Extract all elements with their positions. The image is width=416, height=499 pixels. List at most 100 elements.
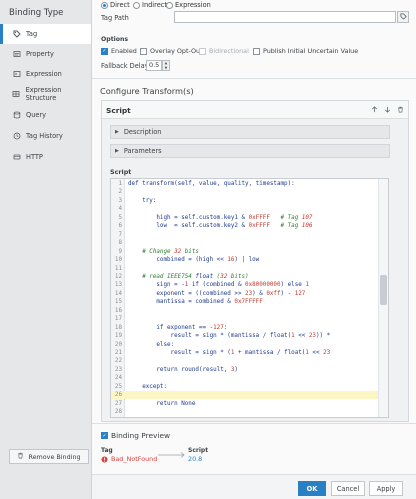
code-line[interactable]: 19 result = sign * (mantissa / float(1 <… (111, 332, 379, 340)
code-text: low = self.custom.key2 & 0xFFFF # Tag 10… (128, 223, 313, 230)
code-line[interactable]: 23 return round(result, 3) (111, 366, 379, 374)
script-panel-title: Script (106, 106, 131, 115)
publish-initial-uncertain-checkbox[interactable]: Publish Initial Uncertain Value (253, 47, 358, 55)
sidebar-item-label: Expression (26, 70, 62, 78)
code-line[interactable]: 18 if exponent == -127: (111, 324, 379, 332)
code-line[interactable]: 11 (111, 265, 379, 273)
code-line[interactable]: 27 return None (111, 400, 379, 408)
sidebar-item-tag[interactable]: Tag (0, 24, 91, 44)
move-down-icon[interactable] (384, 106, 391, 115)
line-number: 10 (114, 257, 122, 264)
enabled-checkbox[interactable]: ✓ Enabled (101, 47, 137, 55)
binding-preview-area (92, 422, 416, 474)
preview-arrow-icon (158, 451, 186, 461)
radio-label: Expression (175, 1, 211, 9)
delete-transform-icon[interactable] (397, 106, 404, 115)
fallback-delay-label: Fallback Delay (101, 62, 149, 70)
script-editor-label: Script (110, 168, 132, 176)
checkbox-label: Overlay Opt-Out (150, 47, 203, 55)
apply-button[interactable]: Apply (369, 481, 403, 496)
sidebar-item-http[interactable]: HTTP (0, 147, 91, 167)
checkbox-label: Bidirectional (209, 47, 249, 55)
mode-expression-radio[interactable]: Expression (166, 1, 211, 9)
ok-button[interactable]: OK (298, 481, 326, 496)
tag-value-text: Bad_NotFound (111, 455, 158, 463)
line-number: 17 (114, 316, 122, 323)
cancel-button[interactable]: Cancel (331, 481, 365, 496)
radio-label: Direct (110, 1, 130, 9)
radio-label: Indirect (142, 1, 167, 9)
editor-scrollbar[interactable] (378, 179, 388, 417)
code-line[interactable]: 21 result = sign * (1 + mantissa / float… (111, 349, 379, 357)
line-number: 9 (118, 248, 122, 255)
code-line[interactable]: 24 (111, 374, 379, 382)
code-line[interactable]: 13 sign = -1 if (combined & 0x80000000) … (111, 281, 379, 289)
description-section[interactable]: ▶ Description (110, 125, 390, 139)
code-text: result = sign * (1 + mantissa / float(1 … (128, 350, 331, 356)
preview-script-value: 20.8 (188, 455, 203, 463)
code-text: sign = -1 if (combined & 0x80000000) els… (128, 282, 309, 289)
preview-tag-header: Tag (101, 447, 113, 454)
tag-path-input[interactable] (174, 11, 396, 23)
check-icon: ✓ (101, 47, 108, 55)
tag-path-label: Tag Path (101, 14, 129, 22)
parameters-section[interactable]: ▶ Parameters (110, 144, 390, 158)
mode-direct-radio[interactable]: Direct (101, 1, 130, 9)
move-up-icon[interactable] (371, 106, 378, 115)
code-line[interactable]: 1 def transform(self, value, quality, tim… (111, 180, 379, 188)
sidebar-item-label: Tag History (26, 132, 63, 140)
checkbox-label: Enabled (111, 47, 137, 55)
code-text: return None (156, 400, 196, 407)
tag-icon (12, 30, 21, 39)
line-number: 14 (114, 290, 122, 297)
code-line[interactable]: 14 exponent = ((combined >> 23) & 0xff) … (111, 290, 379, 298)
code-line[interactable]: 22 (111, 357, 379, 365)
code-text: # Change 32 bits (142, 248, 199, 255)
stepper-down-icon[interactable]: ▼ (163, 66, 169, 71)
line-number: 6 (118, 223, 122, 230)
code-line[interactable]: 26 (111, 391, 379, 400)
binding-type-sidebar: Binding Type Tag Property Expression Exp… (0, 0, 92, 499)
sidebar-item-expression[interactable]: Expression (0, 64, 91, 84)
expression-icon (12, 70, 21, 79)
code-line[interactable]: 5 high = self.custom.key1 & 0xFFFF # Tag… (111, 214, 379, 222)
sidebar-item-tag-history[interactable]: Tag History (0, 126, 91, 146)
code-line[interactable]: 4 (111, 205, 379, 213)
remove-binding-button[interactable]: Remove Binding (9, 449, 89, 464)
scrollbar-thumb[interactable] (380, 275, 387, 305)
sidebar-item-property[interactable]: Property (0, 44, 91, 64)
checkbox-label: Publish Initial Uncertain Value (263, 47, 359, 55)
code-line[interactable]: 15 mantissa = combined & 0x7FFFFF (111, 298, 379, 306)
code-line[interactable]: 17 (111, 315, 379, 323)
code-line[interactable]: 28 (111, 408, 379, 416)
code-line[interactable]: 10 combined = (high << 16) | low (111, 256, 379, 264)
code-line[interactable]: 2 (111, 188, 379, 196)
code-line[interactable]: 7 (111, 231, 379, 239)
binding-preview-checkbox[interactable]: ✓ Binding Preview (101, 431, 170, 440)
sidebar-item-query[interactable]: Query (0, 105, 91, 125)
line-number: 11 (114, 265, 122, 272)
line-number: 20 (114, 341, 122, 348)
code-line[interactable]: 12 # read IEEE754 float (32 bits) (111, 273, 379, 281)
sidebar-item-label: Expression Structure (25, 86, 62, 102)
fallback-delay-stepper[interactable]: ▲ ▼ (162, 60, 170, 71)
code-line[interactable]: 3 try: (111, 197, 379, 205)
code-line[interactable]: 25 except: (111, 383, 379, 391)
fallback-delay-input[interactable]: 0.5 (146, 60, 162, 71)
code-text: mantissa = combined & 0x7FFFFF (128, 299, 263, 306)
tag-browse-button[interactable] (397, 11, 409, 23)
radio-dot (133, 1, 140, 9)
script-code-editor[interactable]: 1 def transform(self, value, quality, tim… (110, 178, 389, 418)
preview-tag-value: Bad_NotFound (101, 455, 157, 463)
code-line[interactable]: 16 (111, 307, 379, 315)
code-line[interactable]: 20 else: (111, 341, 379, 349)
overlay-opt-out-checkbox[interactable]: Overlay Opt-Out (140, 47, 203, 55)
code-line[interactable]: 6 low = self.custom.key2 & 0xFFFF # Tag … (111, 222, 379, 230)
sidebar-item-expression-structure[interactable]: Expression Structure (0, 84, 91, 104)
code-line[interactable]: 9 # Change 32 bits (111, 248, 379, 256)
mode-indirect-radio[interactable]: Indirect (133, 1, 167, 9)
radio-dot (166, 1, 173, 9)
code-line[interactable]: 8 (111, 239, 379, 247)
line-number: 18 (114, 324, 122, 331)
check-icon: ✓ (101, 432, 108, 439)
